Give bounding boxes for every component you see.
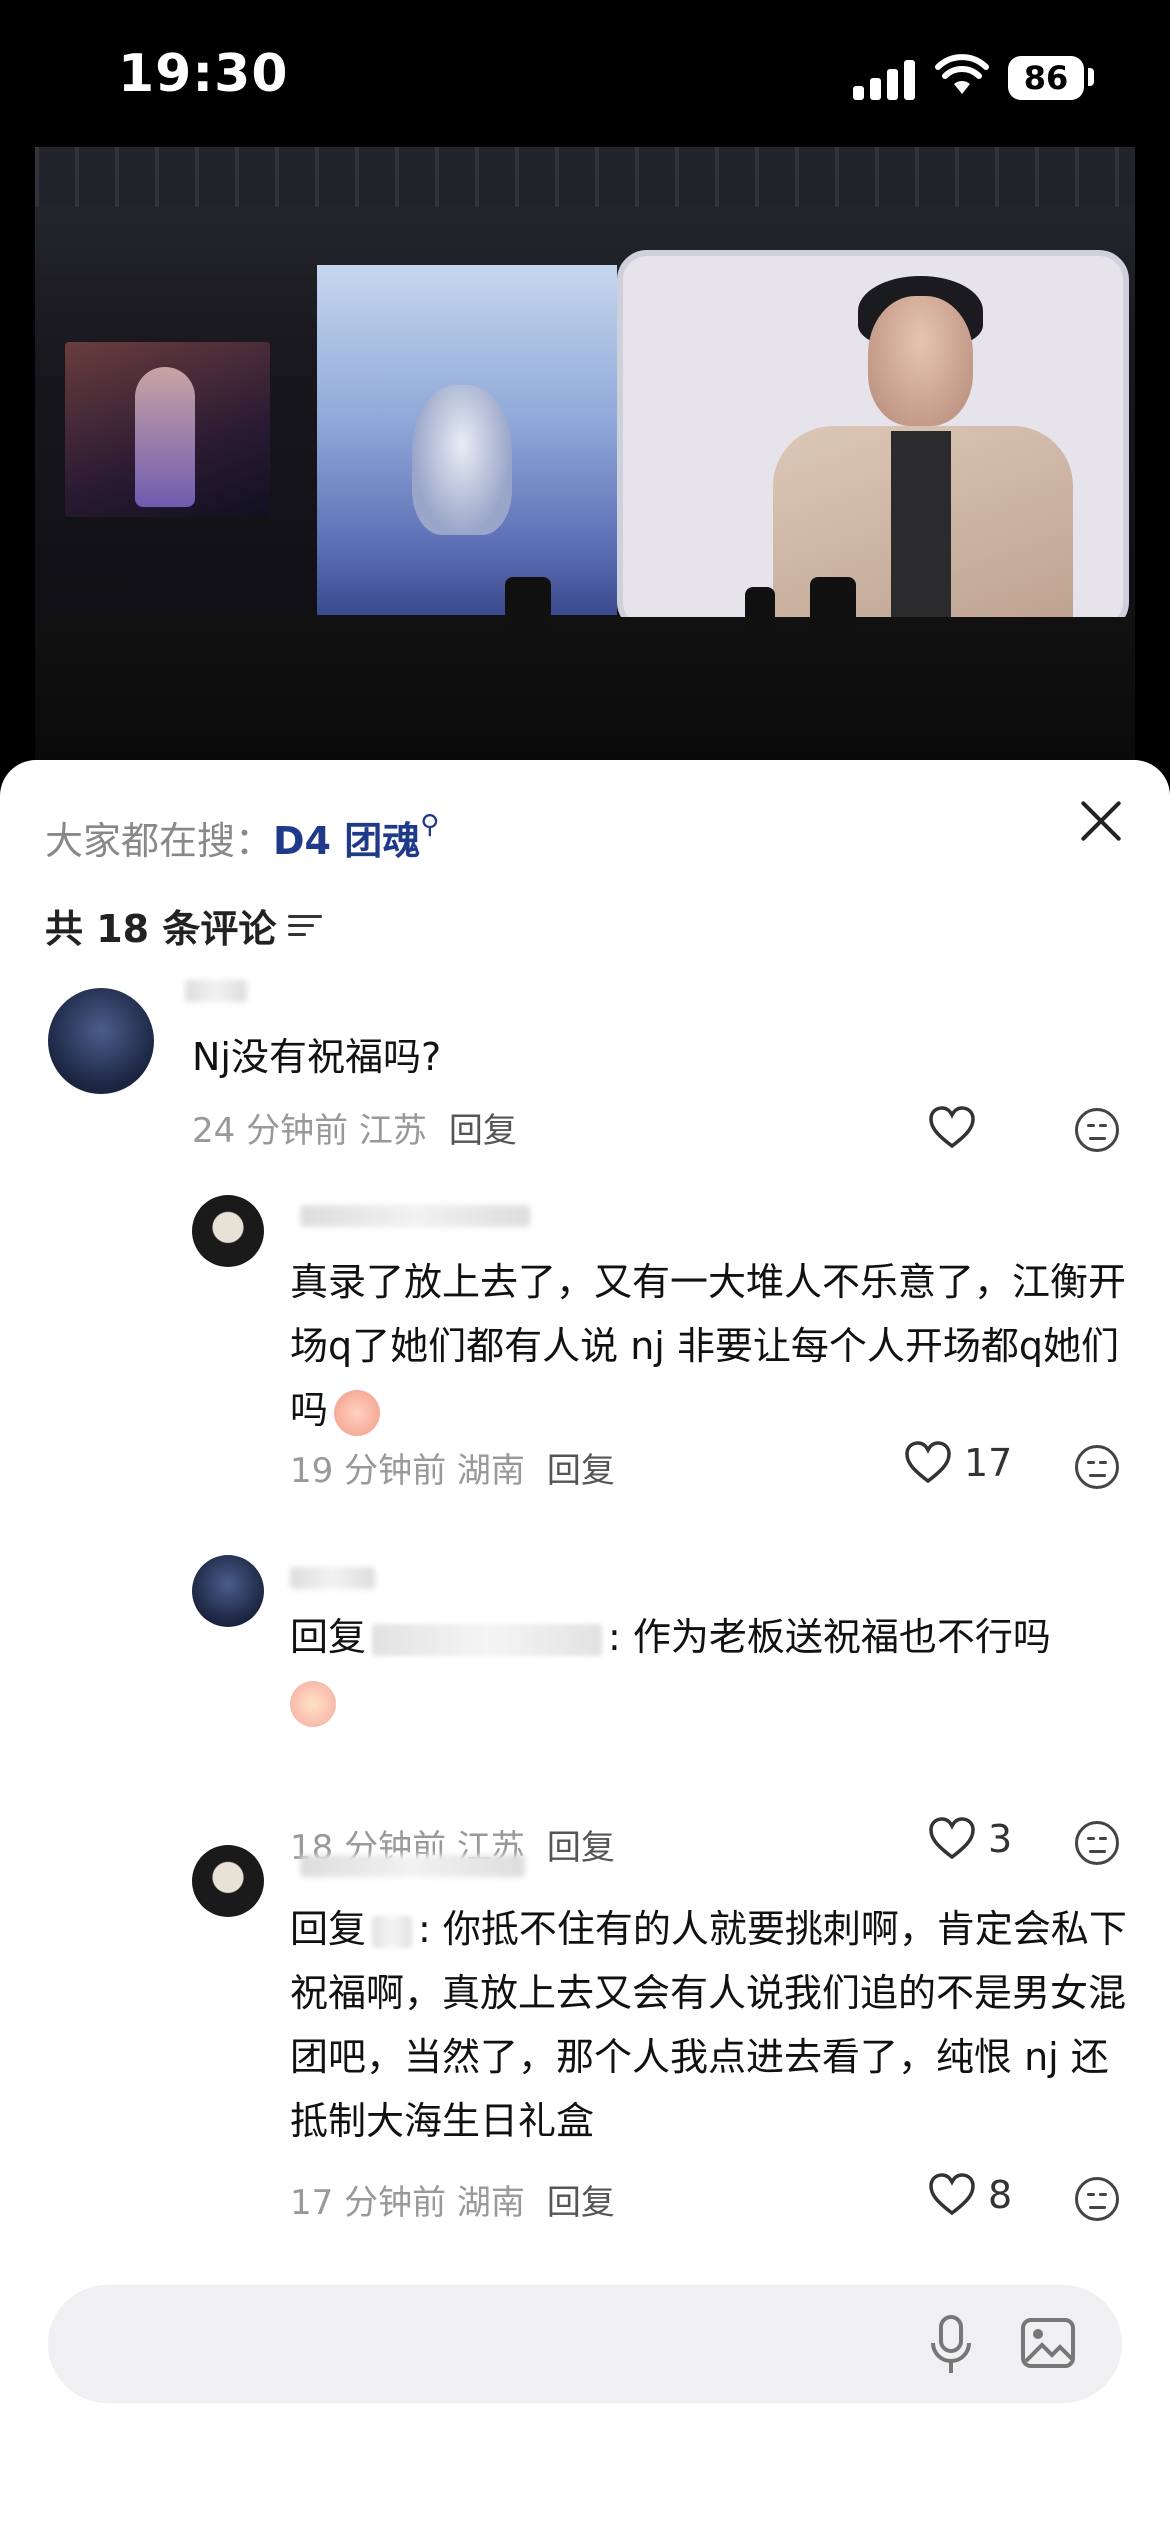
comment-meta: 24 分钟前 江苏 回复	[192, 1111, 517, 1151]
like-button[interactable]: 8	[928, 2173, 1012, 2217]
search-icon: ⚲	[420, 810, 440, 840]
avatar[interactable]	[192, 1845, 264, 1917]
comment-text: Nj没有祝福吗?	[192, 1035, 442, 1079]
comment-count: 共 18 条评论	[45, 907, 277, 951]
comment-text: 真录了放上去了，又有一大堆人不乐意了，江衡开场q了她们都有人说 nj 非要让每个…	[290, 1250, 1130, 1442]
heart-icon	[905, 1441, 951, 1484]
status-time: 19:30	[118, 44, 289, 104]
dislike-icon[interactable]	[1075, 2177, 1119, 2221]
image-icon[interactable]	[1020, 2317, 1076, 2369]
like-button[interactable]: 17	[904, 1441, 1012, 1485]
dislike-icon[interactable]	[1075, 1108, 1119, 1152]
reply-button[interactable]: 回复	[547, 1451, 615, 1491]
comment-text: 回复: 你抵不住有的人就要挑刺啊，肯定会私下祝福啊，真放上去又会有人说我们追的不…	[290, 1907, 1127, 2143]
comment-text: 回复: 作为老板送祝福也不行吗	[290, 1605, 1130, 1733]
stage-screen-right	[617, 250, 1129, 632]
video-player[interactable]	[35, 147, 1135, 767]
battery-tip	[1088, 68, 1094, 86]
mic-icon[interactable]	[921, 2313, 981, 2377]
stage-light	[810, 577, 856, 647]
stage-screen-center	[317, 265, 617, 615]
comment-meta: 19 分钟前 湖南 回复	[290, 1451, 615, 1491]
close-icon[interactable]	[1078, 798, 1124, 844]
battery-indicator: 86	[1008, 56, 1084, 100]
stage-screen-left	[65, 342, 270, 517]
avatar[interactable]	[48, 988, 154, 1094]
heart-icon	[929, 2173, 975, 2216]
username-redacted[interactable]	[300, 1205, 530, 1227]
dislike-icon[interactable]	[1075, 1821, 1119, 1865]
mention-redacted[interactable]	[372, 1623, 603, 1656]
comment-input[interactable]	[48, 2285, 1122, 2403]
mention-redacted[interactable]	[372, 1915, 413, 1948]
username-redacted[interactable]	[300, 1855, 525, 1877]
signal-icon	[853, 58, 915, 100]
like-count: 8	[988, 2173, 1013, 2217]
filter-icon[interactable]	[288, 912, 323, 940]
avatar[interactable]	[192, 1555, 264, 1627]
emoji-icon	[334, 1389, 381, 1436]
wifi-icon	[935, 54, 989, 94]
trending-search[interactable]: 大家都在搜：D4 团魂⚲	[45, 810, 439, 865]
avatar[interactable]	[192, 1195, 264, 1267]
like-count: 17	[964, 1441, 1013, 1485]
stage-truss	[35, 147, 1135, 207]
comments-sheet: 大家都在搜：D4 团魂⚲ 共 18 条评论 Nj没有祝福吗? 24 分钟前 江苏…	[0, 760, 1170, 2532]
heart-icon	[929, 1817, 975, 1860]
stage-light	[505, 577, 551, 647]
like-count: 3	[988, 1817, 1013, 1861]
stage-figure	[745, 587, 775, 647]
status-bar: 19:30 86	[0, 0, 1170, 145]
reply-button[interactable]: 回复	[449, 1111, 517, 1151]
dislike-icon[interactable]	[1075, 1445, 1119, 1489]
comment-count-row: 共 18 条评论	[45, 898, 323, 953]
reply-button[interactable]: 回复	[547, 2183, 615, 2223]
username-redacted[interactable]	[185, 980, 247, 1002]
comment-meta: 17 分钟前 湖南 回复	[290, 2183, 615, 2223]
trending-search-prefix: 大家都在搜：	[45, 819, 274, 863]
like-button[interactable]	[928, 1106, 976, 1150]
reply-button[interactable]: 回复	[547, 1828, 615, 1868]
username-redacted[interactable]	[290, 1567, 375, 1589]
emoji-icon	[290, 1680, 336, 1727]
stage-floor	[35, 617, 1135, 767]
like-button[interactable]: 3	[928, 1817, 1012, 1861]
heart-icon	[929, 1106, 975, 1149]
trending-search-keyword[interactable]: D4 团魂	[273, 819, 420, 863]
